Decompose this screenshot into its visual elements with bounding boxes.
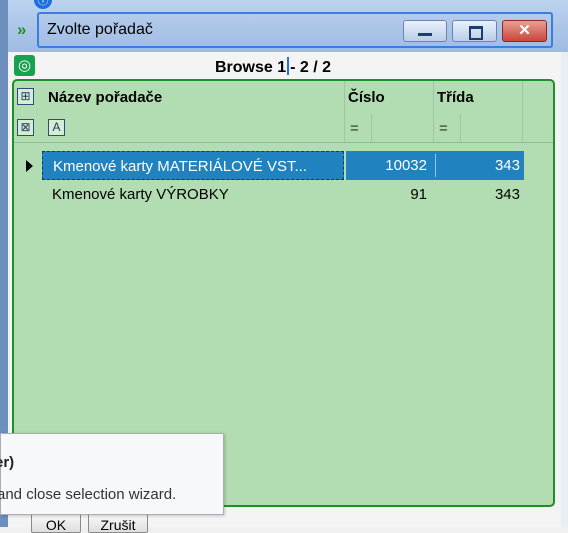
- grid-header-row: ⊞ Název pořadače Číslo Třída: [14, 81, 553, 114]
- cell-class[interactable]: 343: [435, 180, 524, 209]
- cell-number[interactable]: 10032: [346, 151, 435, 180]
- dialog-window: ⓘ » Zvolte pořadač ✕ ◎ Browse 1- 2 / 2 ⊞…: [0, 0, 568, 533]
- filter-operator-class[interactable]: =: [439, 120, 448, 137]
- column-header-class[interactable]: Třída: [437, 89, 474, 106]
- tooltip: er) and close selection wizard.: [0, 433, 224, 515]
- target-icon[interactable]: ◎: [14, 55, 35, 76]
- minimize-button[interactable]: [403, 20, 447, 42]
- grid-filter-row: ⊠ A = =: [14, 114, 553, 142]
- maximize-icon: [469, 26, 483, 40]
- filter-separator: [371, 114, 372, 142]
- cell-name[interactable]: Kmenové karty VÝROBKY: [42, 180, 344, 209]
- current-row-indicator-icon: [26, 160, 33, 172]
- column-separator[interactable]: [344, 81, 345, 114]
- table-row[interactable]: Kmenové karty MATERIÁLOVÉ VST... 10032 3…: [14, 151, 553, 180]
- filter-separator: [344, 114, 345, 142]
- maximize-button[interactable]: [452, 20, 497, 42]
- window-title: Zvolte pořadač: [47, 21, 153, 38]
- table-row[interactable]: Kmenové karty VÝROBKY 91 343: [14, 180, 553, 209]
- tooltip-title: er): [0, 454, 15, 471]
- column-separator[interactable]: [522, 81, 523, 114]
- cell-name[interactable]: Kmenové karty MATERIÁLOVÉ VST...: [42, 151, 344, 180]
- browse-indicator: Browse 1- 2 / 2: [215, 57, 331, 77]
- browse-prefix: Browse: [215, 59, 273, 76]
- cell-number[interactable]: 91: [346, 180, 435, 209]
- filter-separator: [460, 114, 461, 142]
- minimize-icon: [418, 33, 432, 36]
- text-filter-icon[interactable]: A: [48, 119, 65, 136]
- filter-operator-number[interactable]: =: [350, 120, 359, 137]
- column-chooser-icon[interactable]: ⊞: [17, 88, 34, 105]
- column-header-name[interactable]: Název pořadače: [48, 89, 162, 106]
- double-chevron-icon: »: [17, 20, 27, 39]
- column-separator[interactable]: [433, 81, 434, 114]
- filter-separator: [433, 114, 434, 142]
- cell-class[interactable]: 343: [435, 151, 524, 180]
- header-divider: [14, 142, 553, 143]
- browse-suffix: - 2 / 2: [290, 59, 332, 76]
- close-button[interactable]: ✕: [502, 20, 547, 42]
- cell-separator: [435, 154, 436, 177]
- text-caret: [287, 57, 290, 75]
- tooltip-body: and close selection wizard.: [0, 486, 177, 503]
- filter-clear-icon[interactable]: ⊠: [17, 119, 34, 136]
- browse-position: 1: [277, 59, 287, 76]
- filter-separator: [522, 114, 523, 142]
- column-header-number[interactable]: Číslo: [348, 89, 385, 106]
- close-icon: ✕: [518, 22, 531, 39]
